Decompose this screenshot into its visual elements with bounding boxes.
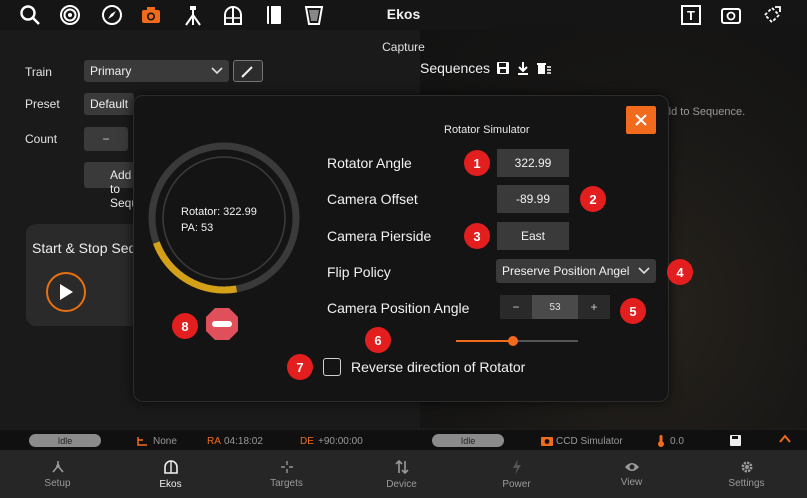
nav-settings[interactable]: Settings xyxy=(689,450,804,498)
gauge-pa-text: PA: 53 xyxy=(181,222,214,234)
nav-view-label: View xyxy=(620,476,643,488)
rotator-angle-label: Rotator Angle xyxy=(327,155,412,171)
callout-badge-8: 8 xyxy=(172,313,198,339)
count-decrement-button[interactable]: − xyxy=(84,127,128,151)
gear-icon xyxy=(741,461,752,472)
callout-badge-7: 7 xyxy=(287,354,313,380)
sequences-title: Sequences xyxy=(420,60,491,76)
dialog-title: Rotator Simulator xyxy=(444,124,530,136)
chevron-up-icon[interactable] xyxy=(779,434,791,446)
reverse-direction-checkbox[interactable] xyxy=(323,358,341,376)
sort-arrows-icon xyxy=(394,459,409,474)
camera-offset-field[interactable]: -89.99 xyxy=(497,185,569,213)
status-bar xyxy=(0,430,807,450)
sequence-actions xyxy=(496,61,552,80)
nav-power[interactable]: Power xyxy=(459,450,574,498)
top-toolbar: Ekos T xyxy=(0,0,807,30)
camera-offset-label: Camera Offset xyxy=(327,191,418,207)
camera-pierside-label: Camera Pierside xyxy=(327,228,432,244)
setup-icon xyxy=(51,460,64,473)
nav-device-label: Device xyxy=(386,478,417,490)
mount-status-badge: Idle xyxy=(29,434,101,447)
camera-pa-stepper: − 53 + xyxy=(500,295,610,319)
pa-value[interactable]: 53 xyxy=(532,295,578,319)
rotator-angle-field[interactable]: 322.99 xyxy=(497,149,569,177)
nav-settings-label: Settings xyxy=(728,477,765,489)
pencil-icon xyxy=(241,66,253,78)
chevron-down-icon xyxy=(211,64,223,78)
capture-status-badge: Idle xyxy=(432,434,504,447)
flip-policy-value: Preserve Position Angel xyxy=(502,264,630,278)
save-status-icon[interactable] xyxy=(730,435,741,449)
flip-policy-label: Flip Policy xyxy=(327,264,391,280)
preset-value: Default xyxy=(90,97,129,111)
chevron-down-icon xyxy=(638,264,650,278)
gauge-rotator-text: Rotator: 322.99 xyxy=(181,206,257,218)
text-overlay-icon[interactable]: T xyxy=(679,3,703,27)
count-label: Count xyxy=(25,132,58,146)
sequence-hint: dd to Sequence. xyxy=(665,106,746,118)
ekos-icon xyxy=(163,459,178,474)
stop-sign-icon[interactable] xyxy=(205,307,239,341)
camera-pierside-field[interactable]: East xyxy=(497,222,569,250)
edit-train-button[interactable] xyxy=(233,60,263,82)
train-value: Primary xyxy=(90,64,132,78)
callout-badge-3: 3 xyxy=(464,223,490,249)
nav-targets-label: Targets xyxy=(270,477,303,489)
rotator-simulator-dialog: Rotator Simulator Rotator: 322.99 PA: 53… xyxy=(133,95,693,402)
nav-view[interactable]: View xyxy=(574,450,689,498)
preset-select[interactable]: Default xyxy=(84,93,134,115)
lightning-icon xyxy=(512,458,521,475)
train-label: Train xyxy=(25,65,52,79)
nav-power-label: Power xyxy=(502,478,531,490)
camera-name: CCD Simulator xyxy=(556,436,623,447)
eye-icon xyxy=(624,462,639,471)
reverse-direction-label: Reverse direction of Rotator xyxy=(351,359,526,375)
train-select[interactable]: Primary xyxy=(84,60,229,82)
pa-decrement-button[interactable]: − xyxy=(500,295,532,319)
camera-status-icon xyxy=(541,435,553,449)
rotator-angle-arc xyxy=(153,241,238,294)
pa-slider-handle[interactable] xyxy=(508,336,519,346)
thermometer-icon xyxy=(657,435,665,450)
image-viewer-icon[interactable] xyxy=(719,3,743,27)
callout-badge-5: 5 xyxy=(620,298,646,324)
pa-slider-fill xyxy=(456,340,514,342)
nav-ekos-label: Ekos xyxy=(159,478,182,490)
close-icon xyxy=(635,114,647,126)
nav-ekos[interactable]: Ekos xyxy=(113,450,228,498)
nav-setup[interactable]: Setup xyxy=(0,450,115,498)
nav-setup-label: Setup xyxy=(44,477,71,489)
callout-badge-4: 4 xyxy=(667,259,693,285)
download-icon[interactable] xyxy=(516,61,530,80)
ra-label: RA xyxy=(207,436,221,447)
ra-value: 04:18:02 xyxy=(224,436,263,447)
camera-pa-label: Camera Position Angle xyxy=(327,300,470,316)
de-label: DE xyxy=(300,436,314,447)
flip-policy-select[interactable]: Preserve Position Angel xyxy=(496,259,656,283)
section-title: Capture xyxy=(382,40,425,54)
pa-increment-button[interactable]: + xyxy=(578,295,610,319)
close-button[interactable] xyxy=(626,106,656,134)
callout-badge-1: 1 xyxy=(464,150,490,176)
crosshair-icon xyxy=(280,460,293,473)
rotate-icon[interactable] xyxy=(760,3,784,27)
save-icon[interactable] xyxy=(496,61,510,80)
clear-list-icon[interactable] xyxy=(536,61,552,80)
svg-text:T: T xyxy=(687,8,695,23)
temperature-value: 0.0 xyxy=(670,436,684,447)
de-value: +90:00:00 xyxy=(318,436,363,447)
nav-device[interactable]: Device xyxy=(344,450,459,498)
play-button[interactable] xyxy=(46,272,86,312)
callout-badge-6: 6 xyxy=(365,327,391,353)
play-icon xyxy=(60,284,73,300)
guide-icon xyxy=(137,436,148,449)
callout-badge-2: 2 xyxy=(580,186,606,212)
gauge-readout: Rotator: 322.99 PA: 53 xyxy=(181,204,257,236)
guide-status: None xyxy=(153,436,177,447)
preset-label: Preset xyxy=(25,97,60,111)
nav-targets[interactable]: Targets xyxy=(229,450,344,498)
